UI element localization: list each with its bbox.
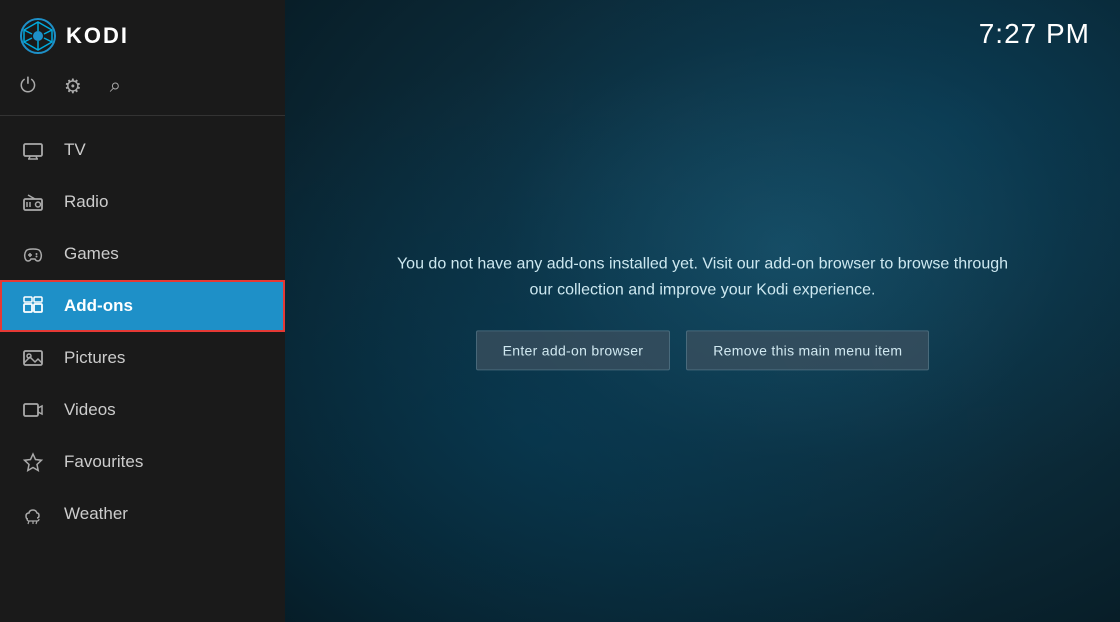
clock-display: 7:27 PM xyxy=(979,18,1090,50)
sidebar-item-videos[interactable]: Videos xyxy=(0,384,285,436)
app-title: KODI xyxy=(66,23,129,49)
action-buttons: Enter add-on browser Remove this main me… xyxy=(313,331,1093,371)
sidebar-item-radio[interactable]: Radio xyxy=(0,176,285,228)
sidebar-label-favourites: Favourites xyxy=(64,452,143,472)
sidebar-action-icons: ⏻ ⚙ ⌕ xyxy=(0,66,285,115)
sidebar-label-addons: Add-ons xyxy=(64,296,133,316)
addons-icon xyxy=(20,293,46,319)
sidebar-label-weather: Weather xyxy=(64,504,128,524)
videos-icon xyxy=(20,397,46,423)
sidebar-label-radio: Radio xyxy=(64,192,108,212)
message-line1: You do not have any add-ons installed ye… xyxy=(397,255,1008,272)
favourites-icon xyxy=(20,449,46,475)
sidebar-item-tv[interactable]: TV xyxy=(0,124,285,176)
main-content: 7:27 PM You do not have any add-ons inst… xyxy=(285,0,1120,622)
content-center: You do not have any add-ons installed ye… xyxy=(313,251,1093,370)
radio-icon xyxy=(20,189,46,215)
sidebar-item-favourites[interactable]: Favourites xyxy=(0,436,285,488)
sidebar-label-videos: Videos xyxy=(64,400,116,420)
power-button[interactable]: ⏻ xyxy=(20,75,36,98)
search-button[interactable]: ⌕ xyxy=(110,75,121,98)
sidebar-item-pictures[interactable]: Pictures xyxy=(0,332,285,384)
sidebar-label-pictures: Pictures xyxy=(64,348,125,368)
games-icon xyxy=(20,241,46,267)
tv-icon xyxy=(20,137,46,163)
weather-icon xyxy=(20,501,46,527)
sidebar-label-tv: TV xyxy=(64,140,86,160)
sidebar-item-games[interactable]: Games xyxy=(0,228,285,280)
remove-menu-item-button[interactable]: Remove this main menu item xyxy=(686,331,929,371)
sidebar-divider xyxy=(0,115,285,116)
sidebar-item-weather[interactable]: Weather xyxy=(0,488,285,540)
message-line2: our collection and improve your Kodi exp… xyxy=(530,281,876,298)
sidebar-label-games: Games xyxy=(64,244,119,264)
enter-addon-browser-button[interactable]: Enter add-on browser xyxy=(476,331,671,371)
settings-button[interactable]: ⚙ xyxy=(64,74,82,99)
main-message: You do not have any add-ons installed ye… xyxy=(313,251,1093,302)
kodi-logo-icon xyxy=(20,18,56,54)
sidebar-item-addons[interactable]: Add-ons xyxy=(0,280,285,332)
pictures-icon xyxy=(20,345,46,371)
app-header: KODI xyxy=(0,0,285,66)
sidebar: KODI ⏻ ⚙ ⌕ TV Radio xyxy=(0,0,285,622)
